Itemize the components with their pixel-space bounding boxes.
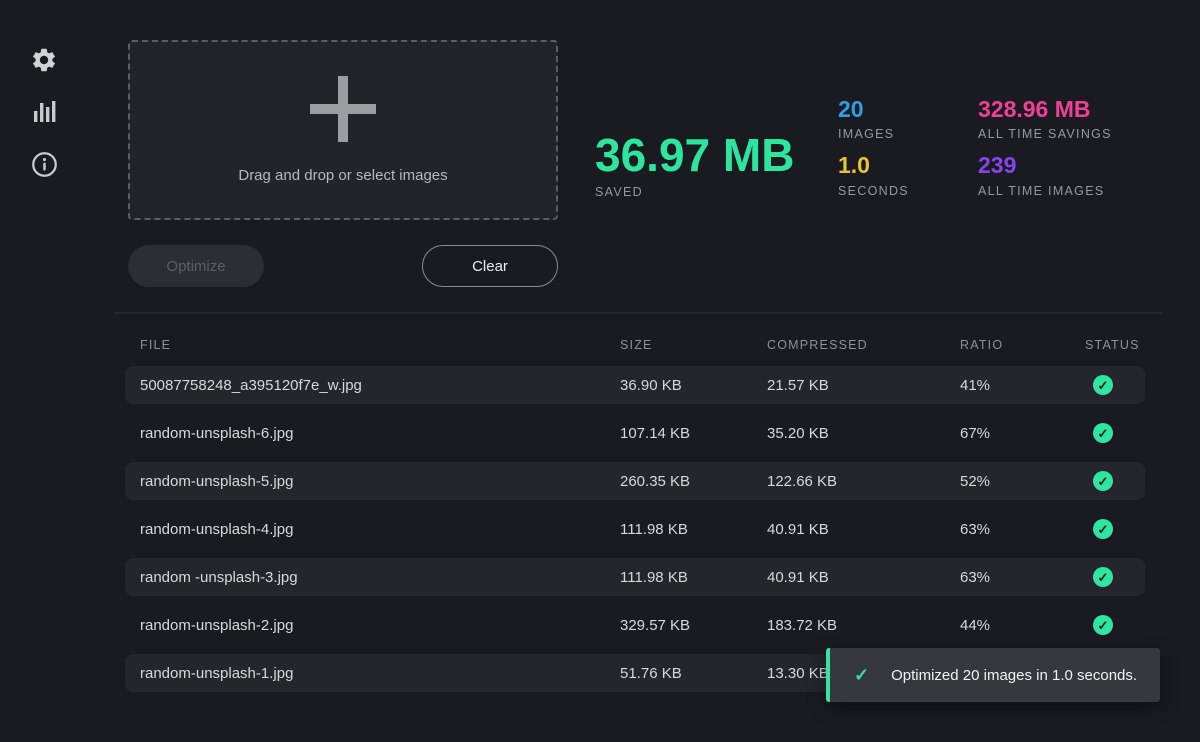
table-header-status: STATUS — [1085, 338, 1145, 352]
table-header-file: FILE — [125, 338, 620, 352]
stat-column-alltime: 328.96 MB ALL TIME SAVINGS 239 ALL TIME … — [978, 97, 1112, 210]
sidebar-button-about[interactable] — [28, 148, 60, 180]
stat-alltime-savings-value: 328.96 MB — [978, 97, 1112, 122]
stat-saved: 36.97 MB SAVED — [595, 131, 794, 199]
stat-column-session: 20 IMAGES 1.0 SECONDS — [838, 97, 909, 210]
cell-ratio: 63% — [960, 521, 1085, 538]
sidebar-button-settings[interactable] — [28, 44, 60, 76]
table-header-ratio: RATIO — [960, 338, 1085, 352]
cell-size: 111.98 KB — [620, 521, 767, 538]
bar-chart-icon — [31, 99, 57, 125]
cell-file: random-unsplash-6.jpg — [125, 425, 620, 442]
stat-saved-label: SAVED — [595, 185, 794, 199]
sidebar — [28, 44, 60, 180]
sidebar-button-stats[interactable] — [28, 96, 60, 128]
cell-ratio: 44% — [960, 617, 1085, 634]
status-check-icon: ✓ — [1093, 519, 1113, 539]
cell-file: random-unsplash-4.jpg — [125, 521, 620, 538]
cell-file: 50087758248_a395120f7e_w.jpg — [125, 377, 620, 394]
stat-alltime-images-label: ALL TIME IMAGES — [978, 184, 1112, 198]
dropzone[interactable]: Drag and drop or select images — [128, 40, 558, 220]
cell-size: 36.90 KB — [620, 377, 767, 394]
cell-file: random-unsplash-5.jpg — [125, 473, 620, 490]
status-check-icon: ✓ — [1093, 471, 1113, 491]
table-row: random-unsplash-6.jpg 107.14 KB 35.20 KB… — [125, 414, 1145, 452]
cell-size: 107.14 KB — [620, 425, 767, 442]
table-row: random-unsplash-5.jpg 260.35 KB 122.66 K… — [125, 462, 1145, 500]
status-check-icon: ✓ — [1093, 567, 1113, 587]
toast-notification: ✓ Optimized 20 images in 1.0 seconds. — [826, 648, 1160, 702]
cell-file: random -unsplash-3.jpg — [125, 569, 620, 586]
stat-alltime-savings-label: ALL TIME SAVINGS — [978, 127, 1112, 141]
cell-ratio: 41% — [960, 377, 1085, 394]
optimize-button[interactable]: Optimize — [128, 245, 264, 287]
cell-file: random-unsplash-2.jpg — [125, 617, 620, 634]
cell-size: 260.35 KB — [620, 473, 767, 490]
table-row: random-unsplash-2.jpg 329.57 KB 183.72 K… — [125, 606, 1145, 644]
table-header-size: SIZE — [620, 338, 767, 352]
table-header-compressed: COMPRESSED — [767, 338, 960, 352]
table-row: random -unsplash-3.jpg 111.98 KB 40.91 K… — [125, 558, 1145, 596]
cell-compressed: 21.57 KB — [767, 377, 960, 394]
stat-alltime-images-value: 239 — [978, 153, 1112, 178]
section-divider — [114, 312, 1162, 314]
status-check-icon: ✓ — [1093, 375, 1113, 395]
cell-compressed: 40.91 KB — [767, 569, 960, 586]
status-check-icon: ✓ — [1093, 615, 1113, 635]
table-header-row: FILE SIZE COMPRESSED RATIO STATUS — [125, 338, 1145, 366]
cell-file: random-unsplash-1.jpg — [125, 665, 620, 682]
cell-compressed: 183.72 KB — [767, 617, 960, 634]
cell-compressed: 40.91 KB — [767, 521, 960, 538]
gear-icon — [30, 46, 58, 74]
cell-ratio: 67% — [960, 425, 1085, 442]
cell-ratio: 63% — [960, 569, 1085, 586]
clear-button[interactable]: Clear — [422, 245, 558, 287]
stat-images-value: 20 — [838, 97, 909, 122]
dropzone-label: Drag and drop or select images — [238, 167, 447, 184]
cell-compressed: 35.20 KB — [767, 425, 960, 442]
toast-message: Optimized 20 images in 1.0 seconds. — [891, 667, 1137, 684]
cell-ratio: 52% — [960, 473, 1085, 490]
status-check-icon: ✓ — [1093, 423, 1113, 443]
cell-size: 329.57 KB — [620, 617, 767, 634]
stat-images-label: IMAGES — [838, 127, 909, 141]
cell-size: 111.98 KB — [620, 569, 767, 586]
plus-icon — [310, 76, 376, 147]
table-row: random-unsplash-4.jpg 111.98 KB 40.91 KB… — [125, 510, 1145, 548]
cell-size: 51.76 KB — [620, 665, 767, 682]
info-icon — [31, 151, 58, 178]
cell-compressed: 122.66 KB — [767, 473, 960, 490]
stat-seconds-label: SECONDS — [838, 184, 909, 198]
stat-saved-value: 36.97 MB — [595, 131, 794, 179]
table-row: 50087758248_a395120f7e_w.jpg 36.90 KB 21… — [125, 366, 1145, 404]
toast-check-icon: ✓ — [854, 665, 869, 686]
stat-seconds-value: 1.0 — [838, 153, 909, 178]
